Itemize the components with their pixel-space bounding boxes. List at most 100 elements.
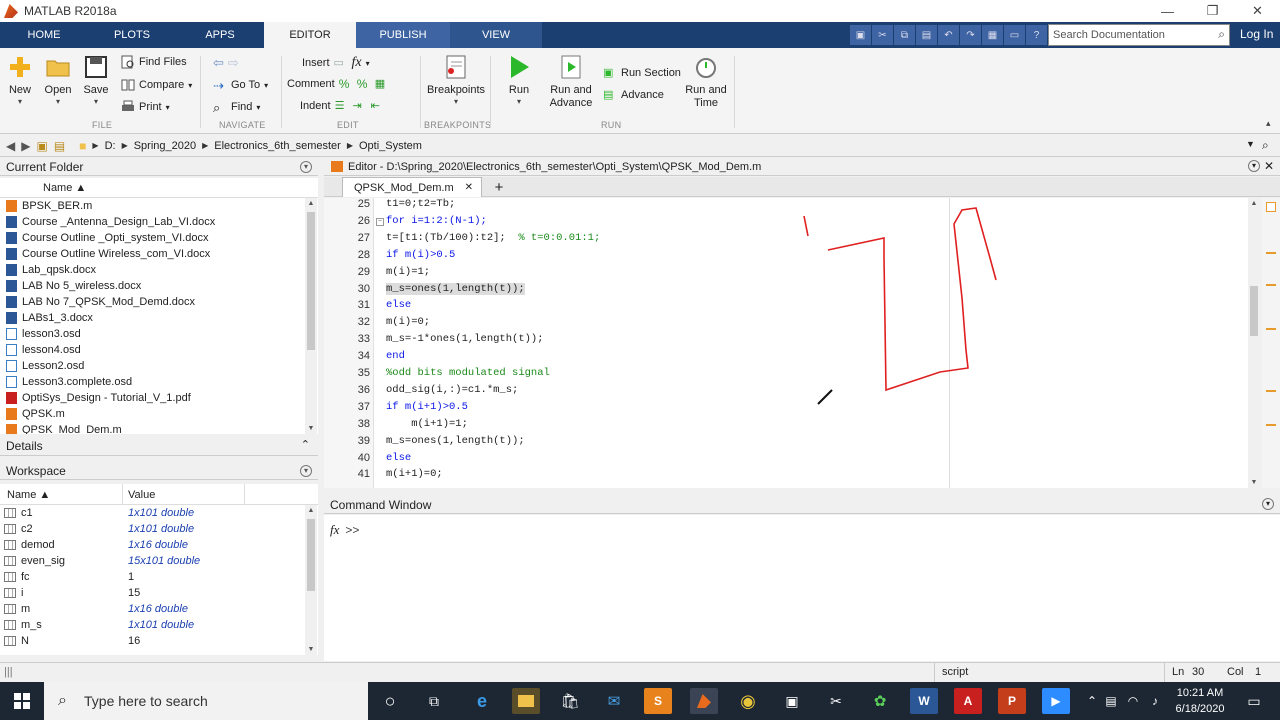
search-documentation-input[interactable]: Search Documentation ⌕	[1048, 24, 1230, 46]
function-browser-icon[interactable]: fx	[330, 522, 339, 537]
mail-icon[interactable]: ✉	[600, 688, 628, 714]
tab-apps[interactable]: APPS	[176, 22, 264, 48]
tab-view[interactable]: VIEW	[450, 22, 542, 48]
breadcrumb-spring[interactable]: Spring_2020	[134, 140, 196, 152]
arrow-left-icon[interactable]: ⇦	[213, 55, 224, 71]
workspace-variable-row[interactable]: even_sig 15x101 double	[0, 553, 318, 569]
file-list-item[interactable]: Course _Antenna_Design_Lab_VI.docx	[0, 214, 318, 230]
workspace-variable-row[interactable]: i 15	[0, 585, 318, 601]
code-line[interactable]: 39 m_s=ones(1,length(t));	[324, 433, 1248, 450]
file-list-item[interactable]: Lesson3.complete.osd	[0, 374, 318, 390]
snipping-tool-icon[interactable]: ✂	[822, 688, 850, 714]
sublime-text-icon[interactable]: S	[644, 688, 672, 714]
save-icon[interactable]: ▣	[850, 25, 871, 45]
file-list-item[interactable]: QPSK.m	[0, 406, 318, 422]
notifications-icon[interactable]: ▭	[1240, 688, 1268, 714]
volume-icon[interactable]: ♪	[1146, 688, 1164, 714]
fx-icon[interactable]: fx	[352, 55, 362, 71]
code-line[interactable]: 41 m(i+1)=0;	[324, 466, 1248, 483]
address-dropdown-icon[interactable]: ▼	[1246, 139, 1255, 149]
taskbar-search-input[interactable]: ⌕ Type here to search	[44, 682, 368, 720]
compare-button[interactable]: Compare ▾	[121, 78, 192, 92]
editor-actions-icon[interactable]: ▾	[1248, 160, 1260, 172]
editor-tab-qpsk[interactable]: QPSK_Mod_Dem.m ✕	[342, 177, 482, 197]
tab-publish[interactable]: PUBLISH	[356, 22, 450, 48]
file-explorer-icon[interactable]	[512, 688, 540, 714]
matlab-taskbar-icon[interactable]	[690, 688, 718, 714]
workspace-value-column[interactable]: Value	[128, 489, 155, 501]
layout-icon[interactable]: ▭	[1004, 25, 1025, 45]
run-section-button[interactable]: ▣ Run Section	[603, 66, 681, 80]
insert-button[interactable]: Insert ▭ fx ▾	[302, 55, 370, 71]
cortana-icon[interactable]: ○	[376, 688, 404, 714]
breadcrumb-opti-system[interactable]: Opti_System	[359, 140, 422, 152]
close-editor-icon[interactable]: ✕	[1264, 159, 1274, 173]
comment-button[interactable]: Comment % % ▦	[287, 77, 389, 91]
chevron-up-icon[interactable]: ⌃	[301, 438, 310, 451]
workspace-variable-row[interactable]: c1 1x101 double	[0, 505, 318, 521]
store-icon[interactable]: 🛍	[556, 688, 584, 714]
details-header[interactable]: Details ⌃	[0, 436, 318, 456]
tab-editor[interactable]: EDITOR	[264, 22, 356, 48]
file-list-item[interactable]: Lab_qpsk.docx	[0, 262, 318, 278]
add-tab-button[interactable]: +	[487, 177, 511, 197]
save-button[interactable]: Save ▾	[82, 54, 110, 107]
file-list-item[interactable]: Course Outline _Opti_system_VI.docx	[0, 230, 318, 246]
tab-plots[interactable]: PLOTS	[88, 22, 176, 48]
command-window[interactable]: fx >>	[324, 515, 1280, 661]
browse-folder-icon[interactable]: ▤	[54, 139, 65, 153]
code-line[interactable]: 40 else	[324, 450, 1248, 467]
file-list-item[interactable]: lesson4.osd	[0, 342, 318, 358]
folder-column-header[interactable]: Name ▲	[0, 178, 318, 198]
file-list-item[interactable]: QPSK_Mod_Dem.m	[0, 422, 318, 434]
acrobat-icon[interactable]: A	[954, 688, 982, 714]
powerpoint-icon[interactable]: P	[998, 688, 1026, 714]
copy-icon[interactable]: ⧉	[894, 25, 915, 45]
arrow-right-icon[interactable]: ⇨	[228, 55, 239, 71]
edge-browser-icon[interactable]: e	[468, 688, 496, 714]
log-in-link[interactable]: Log In	[1240, 27, 1273, 41]
folder-scrollbar[interactable]: ▲ ▼	[305, 198, 317, 434]
start-button[interactable]	[0, 682, 44, 720]
run-button[interactable]: Run ▾	[505, 54, 533, 107]
file-list-item[interactable]: OptiSys_Design - Tutorial_V_1.pdf	[0, 390, 318, 406]
tab-home[interactable]: HOME	[0, 22, 88, 48]
workspace-variable-row[interactable]: c2 1x101 double	[0, 521, 318, 537]
panel-actions-icon[interactable]: ▾	[300, 464, 312, 477]
opti-system-icon[interactable]: ✿	[866, 688, 894, 714]
run-and-advance-button[interactable]: Run and Advance	[549, 54, 593, 110]
code-line[interactable]: 38 m(i+1)=1;	[324, 416, 1248, 433]
new-button[interactable]: New ▾	[7, 54, 33, 107]
collapse-ribbon-icon[interactable]: ▴	[1266, 118, 1271, 129]
redo-icon[interactable]: ↷	[960, 25, 981, 45]
taskbar-clock[interactable]: 10:21 AM 6/18/2020	[1170, 685, 1230, 717]
back-arrow-icon[interactable]: ◀	[6, 139, 15, 153]
workspace-name-column[interactable]: Name ▲	[7, 489, 50, 501]
code-analyzer-bar[interactable]	[1262, 198, 1280, 488]
command-window-actions-icon[interactable]: ▾	[1262, 498, 1274, 510]
undo-icon[interactable]: ↶	[938, 25, 959, 45]
paste-icon[interactable]: ▤	[916, 25, 937, 45]
command-prompt[interactable]: fx >>	[330, 522, 359, 538]
chrome-icon[interactable]: ◉	[734, 688, 762, 714]
zoom-icon[interactable]: ▶	[1042, 688, 1070, 714]
back-forward-arrows[interactable]: ⇦ ⇨	[213, 55, 239, 71]
workspace-variable-row[interactable]: N 16	[0, 633, 318, 649]
network-icon[interactable]: ▤	[1102, 688, 1120, 714]
file-list-item[interactable]: Lesson2.osd	[0, 358, 318, 374]
help-icon[interactable]: ?	[1026, 25, 1047, 45]
breadcrumb-drive[interactable]: D:	[105, 140, 116, 152]
editor-scrollbar[interactable]: ▲ ▼	[1248, 198, 1260, 488]
file-list-item[interactable]: LAB No 5_wireless.docx	[0, 278, 318, 294]
cut-icon[interactable]: ✂	[872, 25, 893, 45]
wifi-icon[interactable]: ◠	[1124, 688, 1142, 714]
workspace-scrollbar[interactable]: ▲ ▼	[305, 505, 317, 655]
word-icon[interactable]: W	[910, 688, 938, 714]
go-to-button[interactable]: ⇢ Go To ▾	[213, 78, 268, 93]
workspace-variable-row[interactable]: m_s 1x101 double	[0, 617, 318, 633]
advance-button[interactable]: ▤ Advance	[603, 88, 664, 102]
panel-actions-icon[interactable]: ▾	[300, 160, 312, 173]
up-folder-icon[interactable]: ▣	[36, 139, 47, 153]
forward-arrow-icon[interactable]: ▶	[21, 139, 30, 153]
close-button[interactable]: ✕	[1235, 0, 1280, 22]
